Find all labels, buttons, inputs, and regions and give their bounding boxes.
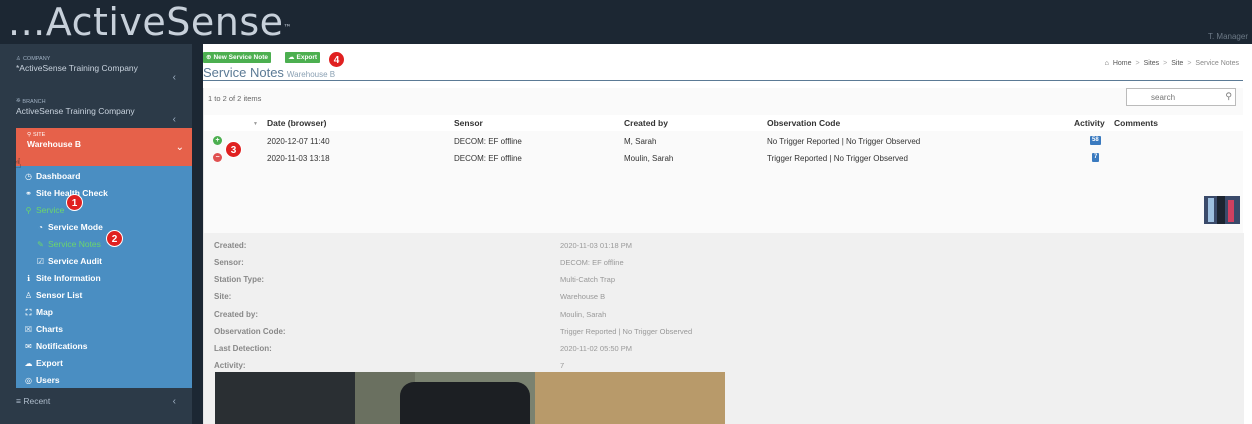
branch-icon: ⛯	[16, 98, 21, 104]
cloud-icon: ☁	[288, 54, 295, 61]
note-icon: ✎	[37, 240, 44, 249]
menu-service-notes[interactable]: ✎ Service Notes	[16, 236, 192, 253]
clock-icon: ◔	[38, 223, 43, 232]
cloud-icon: ☁	[24, 359, 33, 368]
recent-menu[interactable]: ≡ Recent ‹	[0, 388, 192, 424]
col-sensor[interactable]: Sensor	[454, 118, 483, 128]
dashboard-icon: ◷	[25, 172, 32, 181]
info-icon: ℹ	[26, 274, 31, 283]
envelope-icon: ✉	[25, 342, 32, 351]
activity-badge: 7	[1092, 153, 1100, 162]
activity-badge: 58	[1090, 136, 1101, 145]
map-icon: ⛶	[25, 308, 32, 317]
detail-panel: Created: 2020-11-03 01:18 PM Sensor: DECOM…	[204, 233, 1244, 424]
checkbox-icon: ☑	[36, 257, 45, 266]
breadcrumb-site[interactable]: Site	[1171, 60, 1183, 67]
table-header: ▼ Date (browser) Sensor Created by Obser…	[204, 115, 1244, 131]
col-created-by[interactable]: Created by	[624, 118, 668, 128]
sort-down-icon[interactable]: ▼	[253, 121, 258, 127]
sidebar: ♙ COMPANY *ActiveSense Training Company ‹…	[0, 44, 192, 424]
menu-service-mode[interactable]: ◔ Service Mode	[16, 219, 192, 236]
callout-2: 2	[106, 230, 123, 247]
link-icon: ⚭	[25, 189, 32, 198]
plus-circle-icon: ⊕	[206, 54, 212, 61]
callout-1: 1	[66, 194, 83, 211]
menu-sensor-list[interactable]: ♙ Sensor List	[16, 287, 192, 304]
company-selector[interactable]: ♙ COMPANY *ActiveSense Training Company ‹	[0, 56, 192, 86]
site-selector[interactable]: ⚲ SITE Warehouse B ⌄	[16, 128, 192, 166]
table-row[interactable]: + 2020-12-07 11:40 DECOM: EF offline M, …	[204, 134, 1244, 149]
menu-site-health-check[interactable]: ⚭ Site Health Check	[16, 185, 192, 202]
col-date[interactable]: Date (browser)	[267, 118, 327, 128]
photo-thumbnail[interactable]	[1204, 196, 1240, 224]
col-comments[interactable]: Comments	[1114, 118, 1158, 128]
user-menu[interactable]: T. Manager	[1208, 32, 1248, 41]
chart-icon: ☒	[24, 325, 33, 334]
detection-photo[interactable]	[215, 372, 725, 424]
menu-service[interactable]: ⚲ Service	[16, 202, 192, 219]
chevron-left-icon: ‹	[172, 396, 176, 407]
menu-export[interactable]: ☁ Export	[16, 355, 192, 372]
location-icon: ⚲	[27, 132, 32, 138]
callout-4: 4	[328, 51, 345, 68]
search-box: ⚲	[1126, 88, 1236, 106]
chevron-down-icon: ⌄	[175, 142, 184, 153]
app-logo[interactable]: ...ActiveSense™	[8, 2, 292, 42]
expand-icon[interactable]: +	[213, 136, 222, 145]
site-name: Warehouse B	[27, 139, 82, 149]
export-button[interactable]: ☁ Export	[285, 52, 321, 63]
toolbar: ⊕ New Service Note ☁ Export	[203, 52, 321, 63]
new-service-note-button[interactable]: ⊕ New Service Note	[203, 52, 272, 63]
branch-selector[interactable]: ⛯ BRANCH ActiveSense Training Company ‹	[0, 98, 192, 128]
sensor-icon: ♙	[24, 291, 33, 300]
pin-icon: ⚲	[25, 206, 32, 215]
menu-charts[interactable]: ☒ Charts	[16, 321, 192, 338]
chevron-left-icon: ‹	[172, 72, 176, 83]
users-icon: ◎	[25, 376, 32, 385]
main-panel: ⊕ New Service Note ☁ Export Service Notes W…	[203, 44, 1252, 424]
breadcrumb-current: Service Notes	[1195, 60, 1239, 67]
menu-service-audit[interactable]: ☑ Service Audit	[16, 253, 192, 270]
site-menu-panel: ⚲ SITE Warehouse B ⌄ ◷ Dashboard ⚭ Site Hea…	[16, 128, 192, 424]
branch-name: ActiveSense Training Company	[16, 106, 135, 116]
person-icon: ♙	[16, 56, 21, 62]
breadcrumb: ⌂ Home > Sites > Site > Service Notes	[1104, 60, 1239, 67]
col-activity[interactable]: Activity	[1074, 118, 1105, 128]
home-icon: ⌂	[1104, 60, 1109, 67]
service-notes-list: 1 to 2 of 2 items ⚲ ▼ Date (browser) Sen…	[203, 88, 1244, 424]
collapse-icon[interactable]: −	[213, 153, 222, 162]
title-divider	[203, 80, 1243, 81]
site-menu: ◷ Dashboard ⚭ Site Health Check ⚲ Service ◔…	[16, 168, 192, 389]
menu-notifications[interactable]: ✉ Notifications	[16, 338, 192, 355]
col-observation-code[interactable]: Observation Code	[767, 118, 840, 128]
hand-cursor-icon: ☝	[13, 155, 22, 171]
table-row[interactable]: − 2020-11-03 13:18 DECOM: EF offline Mou…	[204, 151, 1244, 166]
callout-3: 3	[225, 141, 242, 158]
hamburger-icon: ≡	[16, 396, 21, 406]
items-count: 1 to 2 of 2 items	[208, 94, 262, 103]
search-icon[interactable]: ⚲	[1225, 91, 1232, 102]
menu-map[interactable]: ⛶ Map	[16, 304, 192, 321]
menu-site-information[interactable]: ℹ Site Information	[16, 270, 192, 287]
chevron-left-icon: ‹	[172, 114, 176, 125]
menu-users[interactable]: ◎ Users	[16, 372, 192, 389]
page-subtitle: Warehouse B	[286, 70, 336, 79]
breadcrumb-home[interactable]: Home	[1113, 60, 1132, 67]
page-title: Service Notes Warehouse B	[203, 65, 336, 80]
menu-dashboard[interactable]: ◷ Dashboard	[16, 168, 192, 185]
search-input[interactable]	[1127, 89, 1217, 105]
breadcrumb-sites[interactable]: Sites	[1144, 60, 1160, 67]
company-name: *ActiveSense Training Company	[16, 63, 138, 73]
top-bar: ...ActiveSense™ T. Manager	[0, 0, 1252, 44]
